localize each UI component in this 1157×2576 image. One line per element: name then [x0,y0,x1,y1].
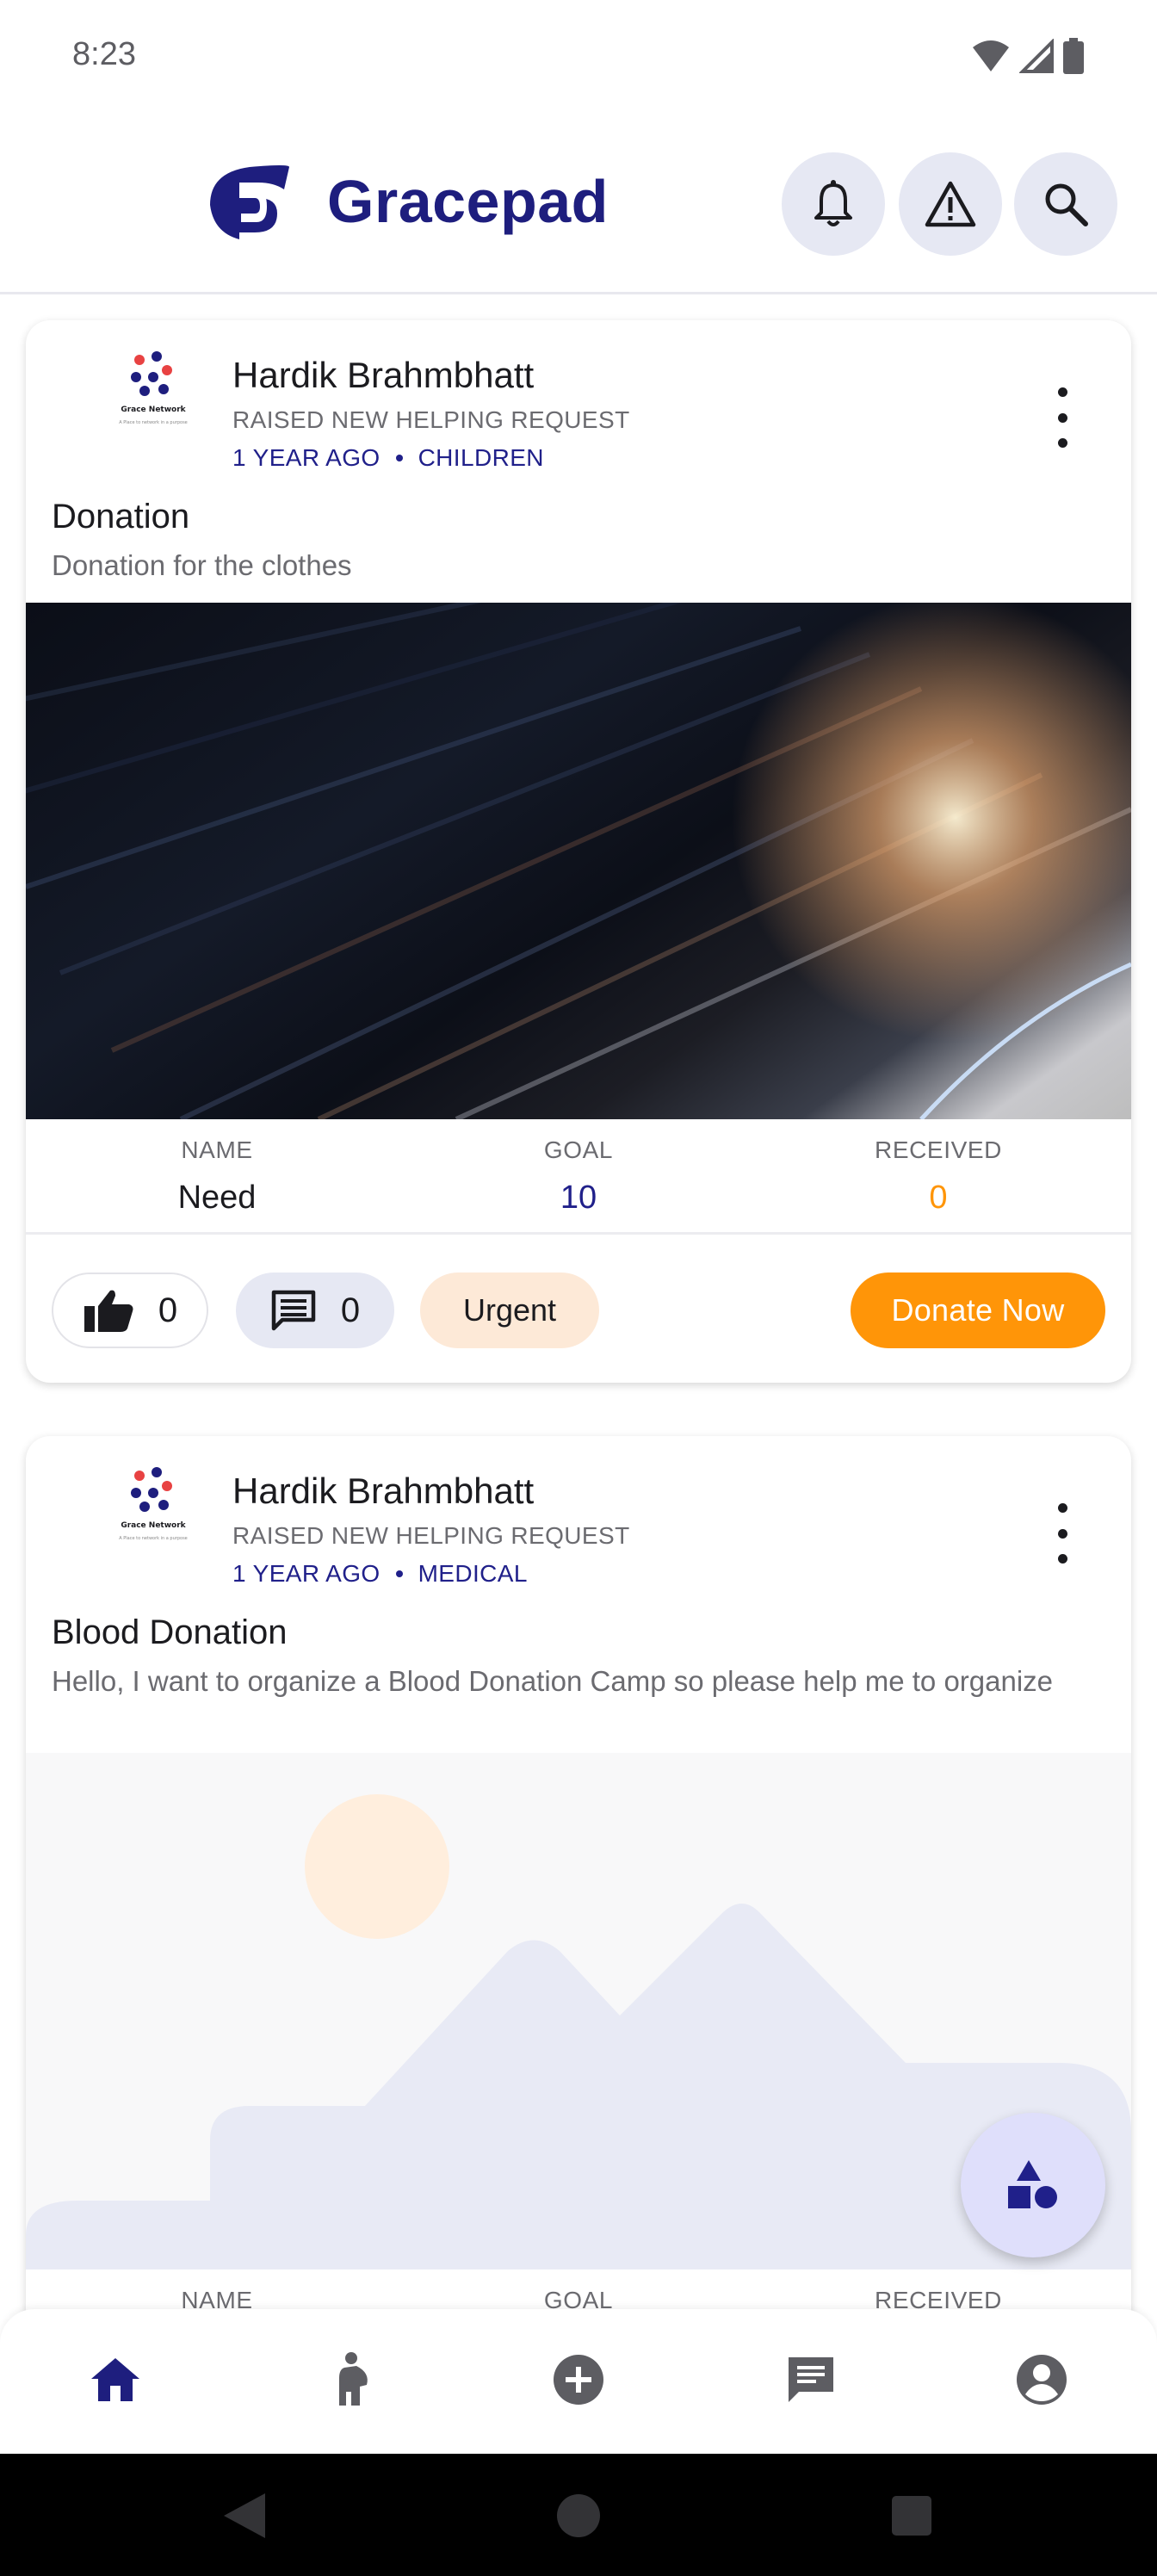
donate-now-button[interactable]: Donate Now [851,1273,1105,1348]
post-meta: 1 YEAR AGO MEDICAL [232,1560,528,1588]
post-card[interactable]: Grace Network A Place to network in a pu… [26,1436,1131,2383]
stat-name: NAME Need [177,1136,257,1216]
status-icons [971,38,1085,74]
post-meta: 1 YEAR AGO CHILDREN [232,444,544,472]
urgent-badge: Urgent [420,1273,599,1348]
svg-text:Grace Network: Grace Network [121,406,186,414]
comment-count: 0 [340,1291,361,1329]
categories-fab[interactable] [961,2113,1105,2257]
svg-text:Grace Network: Grace Network [121,1521,186,1530]
post-stats: NAME Need GOAL 10 RECEIVED 0 [26,1119,1131,1235]
user-name[interactable]: Hardik Brahmbhatt [232,1471,534,1512]
back-icon[interactable] [220,2490,267,2542]
svg-text:A Place to network in a purpos: A Place to network in a purpose [119,1536,188,1541]
comment-button[interactable]: 0 [236,1273,394,1348]
grace-network-logo-icon [131,351,172,396]
app-header: Gracepad [0,114,1157,294]
notifications-button[interactable] [782,152,885,256]
system-navigation-bar [0,2454,1157,2576]
post-action: RAISED NEW HELPING REQUEST [232,406,630,433]
post-category: MEDICAL [418,1560,528,1587]
status-time: 8:23 [72,36,136,72]
cellular-signal-icon [1019,39,1054,73]
nav-add[interactable] [544,2345,613,2414]
grace-network-logo-icon [131,1467,172,1512]
wifi-icon [973,40,1009,71]
post-action: RAISED NEW HELPING REQUEST [232,1522,630,1549]
home-circle-icon[interactable] [556,2490,601,2542]
pregnancy-icon [339,2352,368,2406]
battery-icon [1063,38,1084,74]
urgent-label: Urgent [462,1292,557,1328]
notification-bell-icon [814,180,852,226]
nav-pregnancy[interactable] [319,2345,387,2414]
search-button[interactable] [1014,152,1117,256]
home-icon [91,2358,139,2401]
separator-dot [395,1570,403,1577]
separator-dot [395,455,403,461]
shapes-icon [1008,2160,1057,2208]
report-button[interactable] [899,152,1002,256]
app-title: Gracepad [327,168,609,235]
chat-icon [789,2357,833,2402]
nav-home[interactable] [81,2345,150,2414]
warning-icon [925,181,976,227]
account-icon [1017,2355,1067,2405]
bottom-navigation [0,2309,1157,2454]
avatar: Grace Network A Place to network in a pu… [119,351,188,425]
comment-icon [271,1290,316,1331]
post-card[interactable]: Grace Network A Place to network in a pu… [26,320,1131,1383]
search-icon [1045,183,1088,226]
nav-profile[interactable] [1007,2345,1076,2414]
like-count: 0 [158,1291,178,1329]
user-name[interactable]: Hardik Brahmbhatt [232,355,534,396]
post-title: Blood Donation [52,1613,288,1651]
post-time: 1 YEAR AGO [232,444,381,471]
thumbs-up-icon [84,1290,133,1332]
post-category: CHILDREN [418,444,544,471]
more-options-icon[interactable] [1045,387,1080,448]
gracepad-logo-icon [210,165,289,239]
post-actions: 0 0 Urgent Donate Now [26,1235,1131,1383]
svg-text:A Place to network in a purpos: A Place to network in a purpose [119,420,188,425]
status-bar: 8:23 [0,0,1157,114]
avatar: Grace Network A Place to network in a pu… [119,1467,188,1541]
post-image[interactable] [26,603,1131,1119]
more-options-icon[interactable] [1045,1503,1080,1564]
post-description: Hello, I want to organize a Blood Donati… [52,1665,1054,1697]
like-button[interactable]: 0 [52,1273,208,1348]
post-title: Donation [52,498,190,536]
recents-icon[interactable] [890,2490,933,2542]
post-description: Donation for the clothes [52,549,352,581]
post-time: 1 YEAR AGO [232,1560,381,1587]
nav-chat[interactable] [776,2345,845,2414]
stat-goal: GOAL 10 [543,1136,614,1216]
stat-received: RECEIVED 0 [875,1136,1002,1216]
add-circle-icon [554,2355,603,2405]
abstract-light-streaks-image [26,603,1131,1119]
